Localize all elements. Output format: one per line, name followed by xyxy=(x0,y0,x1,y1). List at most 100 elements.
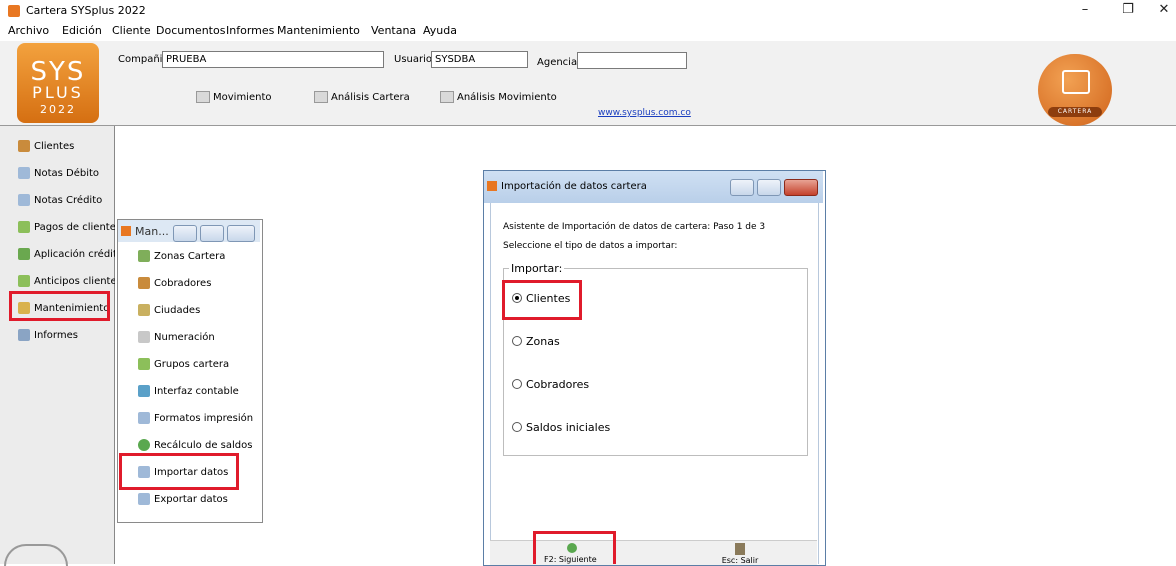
menu-ventana[interactable]: Ventana xyxy=(371,24,416,37)
map-icon xyxy=(138,304,150,316)
payment-icon xyxy=(18,221,30,233)
mant-item-cobradores[interactable]: Cobradores xyxy=(138,276,211,292)
radio-label: Zonas xyxy=(526,335,560,348)
agencia-label: Agencia xyxy=(537,57,578,68)
export-icon xyxy=(138,493,150,505)
sidebar-label: Notas Débito xyxy=(34,168,100,179)
format-icon xyxy=(138,412,150,424)
document-icon xyxy=(18,167,30,179)
door-icon xyxy=(735,543,745,555)
mant-item-exportar-datos[interactable]: Exportar datos xyxy=(138,492,228,508)
radio-dot xyxy=(512,422,522,432)
mant-item-label: Ciudades xyxy=(154,305,201,316)
list-icon xyxy=(138,331,150,343)
advance-icon xyxy=(18,275,30,287)
sidebar-item-aplicacion-credito[interactable]: Aplicación crédito xyxy=(18,246,123,264)
mant-item-label: Recálculo de saldos xyxy=(154,440,253,451)
sysplus-logo: SYS PLUS 2022 xyxy=(17,43,99,123)
mant-item-label: Grupos cartera xyxy=(154,359,230,370)
sidebar-item-pagos-clientes[interactable]: Pagos de clientes xyxy=(18,219,121,237)
sidebar-label: Notas Crédito xyxy=(34,195,103,206)
analisis-cartera-button[interactable]: Análisis Cartera xyxy=(314,91,410,103)
usuario-label: Usuario: xyxy=(394,54,436,65)
logo-line-3: 2022 xyxy=(40,103,76,116)
window-app-icon xyxy=(121,226,131,236)
recalc-icon xyxy=(138,439,150,451)
mant-item-label: Interfaz contable xyxy=(154,386,239,397)
document-icon xyxy=(18,194,30,206)
menu-mantenimiento[interactable]: Mantenimiento xyxy=(277,24,360,37)
sidebar-item-anticipos-clientes[interactable]: Anticipos clientes xyxy=(18,273,122,291)
radio-saldos-iniciales[interactable]: Saldos iniciales xyxy=(512,421,610,434)
movimiento-button[interactable]: Movimiento xyxy=(196,91,272,103)
highlight-box xyxy=(9,291,110,321)
logo-line-2: PLUS xyxy=(32,83,84,102)
close-button[interactable] xyxy=(784,179,818,196)
sidebar-label: Pagos de clientes xyxy=(34,222,122,233)
minimize-button[interactable]: – xyxy=(1073,2,1097,20)
analisis-cartera-label: Análisis Cartera xyxy=(331,92,410,103)
mant-item-zonas-cartera[interactable]: Zonas Cartera xyxy=(138,249,225,265)
minimize-button[interactable] xyxy=(173,225,197,242)
sidebar-item-notas-debito[interactable]: Notas Débito xyxy=(18,165,99,183)
radio-label: Cobradores xyxy=(526,378,590,391)
sidebar-label: Aplicación crédito xyxy=(34,249,123,260)
window-title: Cartera SYSplus 2022 xyxy=(26,4,146,17)
radio-dot xyxy=(512,379,522,389)
radio-dot xyxy=(512,336,522,346)
interface-icon xyxy=(138,385,150,397)
highlight-box xyxy=(533,531,616,564)
mant-item-ciudades[interactable]: Ciudades xyxy=(138,303,200,319)
close-button[interactable] xyxy=(227,225,255,242)
calendar-icon xyxy=(440,91,454,103)
menu-edicion[interactable]: Edición xyxy=(62,24,102,37)
maximize-button[interactable] xyxy=(757,179,781,196)
sidebar-label: Informes xyxy=(34,330,78,341)
usuario-field[interactable]: SYSDBA xyxy=(431,51,528,68)
import-group-label: Importar: xyxy=(509,262,565,275)
compania-field[interactable]: PRUEBA xyxy=(162,51,384,68)
menu-cliente[interactable]: Cliente xyxy=(112,24,151,37)
mant-item-label: Zonas Cartera xyxy=(154,251,226,262)
menu-informes[interactable]: Informes xyxy=(226,24,274,37)
wizard-step-text: Asistente de Importación de datos de car… xyxy=(503,222,766,232)
mant-item-interfaz-contable[interactable]: Interfaz contable xyxy=(138,384,239,400)
restore-button[interactable]: ❐ xyxy=(1116,2,1140,20)
groups-icon xyxy=(138,358,150,370)
sidebar-item-notas-credito[interactable]: Notas Crédito xyxy=(18,192,102,210)
exit-button[interactable]: Esc: Salir xyxy=(718,543,762,565)
mant-item-grupos-cartera[interactable]: Grupos cartera xyxy=(138,357,229,373)
website-link[interactable]: www.sysplus.com.co xyxy=(598,108,691,118)
sidebar-item-clientes[interactable]: Clientes xyxy=(18,138,74,156)
analisis-movimiento-button[interactable]: Análisis Movimiento xyxy=(440,91,557,103)
cartera-logo: CARTERA xyxy=(1038,54,1112,126)
menu-archivo[interactable]: Archivo xyxy=(8,24,49,37)
title-bar xyxy=(0,0,1176,23)
agencia-field[interactable] xyxy=(577,52,687,69)
radio-label: Saldos iniciales xyxy=(526,421,611,434)
radio-cobradores[interactable]: Cobradores xyxy=(512,378,589,391)
menu-ayuda[interactable]: Ayuda xyxy=(423,24,457,37)
mant-item-formatos-impresion[interactable]: Formatos impresión xyxy=(138,411,253,427)
credit-icon xyxy=(18,248,30,260)
dialog-app-icon xyxy=(487,181,497,191)
minimize-button[interactable] xyxy=(730,179,754,196)
mant-item-recalculo-saldos[interactable]: Recálculo de saldos xyxy=(138,438,252,454)
calendar-icon xyxy=(196,91,210,103)
maximize-button[interactable] xyxy=(200,225,224,242)
printer-icon xyxy=(18,329,30,341)
analisis-movimiento-label: Análisis Movimiento xyxy=(457,92,557,103)
sidebar-item-informes[interactable]: Informes xyxy=(18,327,78,345)
cartera-logo-text: CARTERA xyxy=(1048,107,1102,117)
wallet-icon xyxy=(1062,70,1090,94)
mant-item-label: Formatos impresión xyxy=(154,413,254,424)
close-button[interactable]: ✕ xyxy=(1152,2,1176,20)
users-icon xyxy=(138,277,150,289)
sidebar-label: Clientes xyxy=(34,141,75,152)
highlight-box xyxy=(502,280,582,320)
mant-item-numeracion[interactable]: Numeración xyxy=(138,330,215,346)
dialog-title: Importación de datos cartera xyxy=(501,181,647,192)
menu-documentos[interactable]: Documentos xyxy=(156,24,225,37)
calendar-icon xyxy=(314,91,328,103)
radio-zonas[interactable]: Zonas xyxy=(512,335,560,348)
